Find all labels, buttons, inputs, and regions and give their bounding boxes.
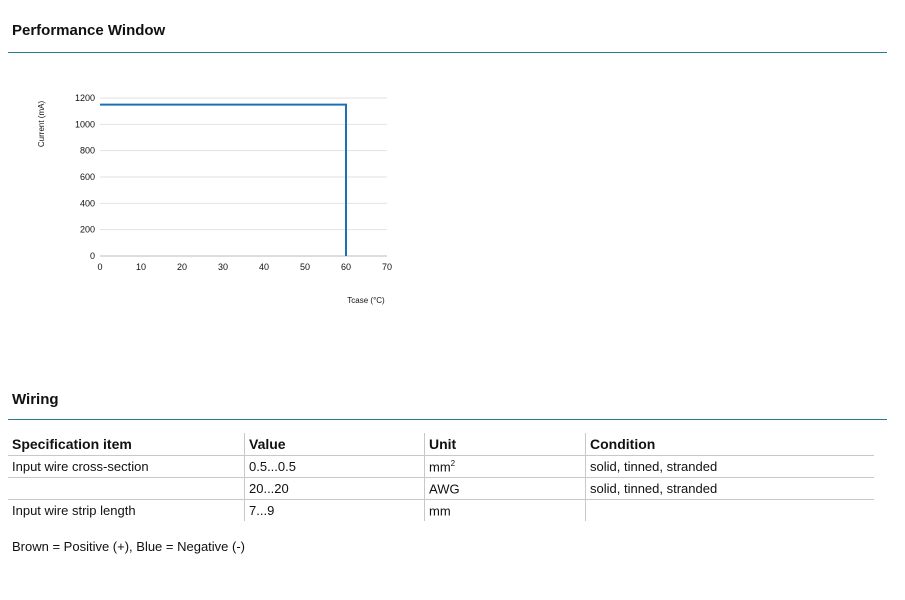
performance-window-title: Performance Window xyxy=(12,22,166,39)
section-divider xyxy=(8,52,887,53)
chart-y-ticks: 0 200 400 600 800 1000 1200 xyxy=(75,93,95,261)
value-cell: 0.5...0.5 xyxy=(244,455,425,478)
chart-y-tick-label: 800 xyxy=(80,146,95,156)
chart-y-axis-label: Current (mA) xyxy=(37,101,46,148)
value-cell: 7...9 xyxy=(244,499,425,521)
unit-text: AWG xyxy=(429,481,460,497)
spec-item-cell: Input wire strip length xyxy=(12,503,136,518)
table-row: Input wire strip length 7...9 mm xyxy=(8,499,874,521)
chart-series-line xyxy=(100,103,347,256)
chart-x-tick-label: 70 xyxy=(382,262,392,272)
chart-y-tick-label: 0 xyxy=(90,251,95,261)
chart-y-tick-label: 200 xyxy=(80,225,95,235)
unit-text: mm xyxy=(429,503,451,519)
chart-y-tick-label: 1000 xyxy=(75,119,95,129)
chart-y-tick-label: 600 xyxy=(80,172,95,182)
condition-cell xyxy=(585,499,874,521)
spec-item-cell xyxy=(8,477,245,500)
chart-x-tick-label: 40 xyxy=(259,262,269,272)
wiring-title: Wiring xyxy=(12,391,59,408)
unit-cell: mm xyxy=(424,499,586,521)
table-row: 20...20 AWG solid, tinned, stranded xyxy=(8,477,874,500)
chart-y-tick-label: 400 xyxy=(80,198,95,208)
performance-chart: 0 200 400 600 800 1000 1200 0 10 20 30 40 50 60 70 Cu… xyxy=(37,93,392,305)
chart-y-tick-label: 1200 xyxy=(75,93,95,103)
column-header-value: Value xyxy=(244,433,425,456)
column-header-condition: Condition xyxy=(585,433,874,456)
unit-superscript: 2 xyxy=(450,458,456,468)
spec-item-cell: Input wire cross-section xyxy=(8,455,245,478)
chart-gridlines xyxy=(100,97,387,257)
chart-x-tick-label: 0 xyxy=(97,262,102,272)
chart-x-tick-label: 30 xyxy=(218,262,228,272)
chart-x-tick-label: 20 xyxy=(177,262,187,272)
wire-color-note: Brown = Positive (+), Blue = Negative (-… xyxy=(12,539,246,554)
chart-x-tick-label: 10 xyxy=(136,262,146,272)
section-divider xyxy=(8,419,887,420)
column-header-specification-item: Specification item xyxy=(8,433,245,456)
unit-text: mm xyxy=(429,459,451,475)
unit-cell: mm2 xyxy=(424,455,586,478)
condition-cell: solid, tinned, stranded xyxy=(585,455,874,478)
condition-cell: solid, tinned, stranded xyxy=(585,477,874,500)
column-header-unit: Unit xyxy=(424,433,586,456)
chart-series xyxy=(100,103,347,256)
wiring-spec-table: Specification item Value Unit Condition … xyxy=(8,433,874,521)
table-row: Input wire cross-section 0.5...0.5 mm2 s… xyxy=(8,455,874,478)
unit-cell: AWG xyxy=(424,477,586,500)
table-header-row: Specification item Value Unit Condition xyxy=(8,433,874,456)
chart-x-axis-label: Tcase (°C) xyxy=(347,296,385,305)
chart-x-tick-label: 60 xyxy=(341,262,351,272)
chart-x-tick-label: 50 xyxy=(300,262,310,272)
value-cell: 20...20 xyxy=(244,477,425,500)
chart-x-ticks: 0 10 20 30 40 50 60 70 xyxy=(97,262,392,272)
